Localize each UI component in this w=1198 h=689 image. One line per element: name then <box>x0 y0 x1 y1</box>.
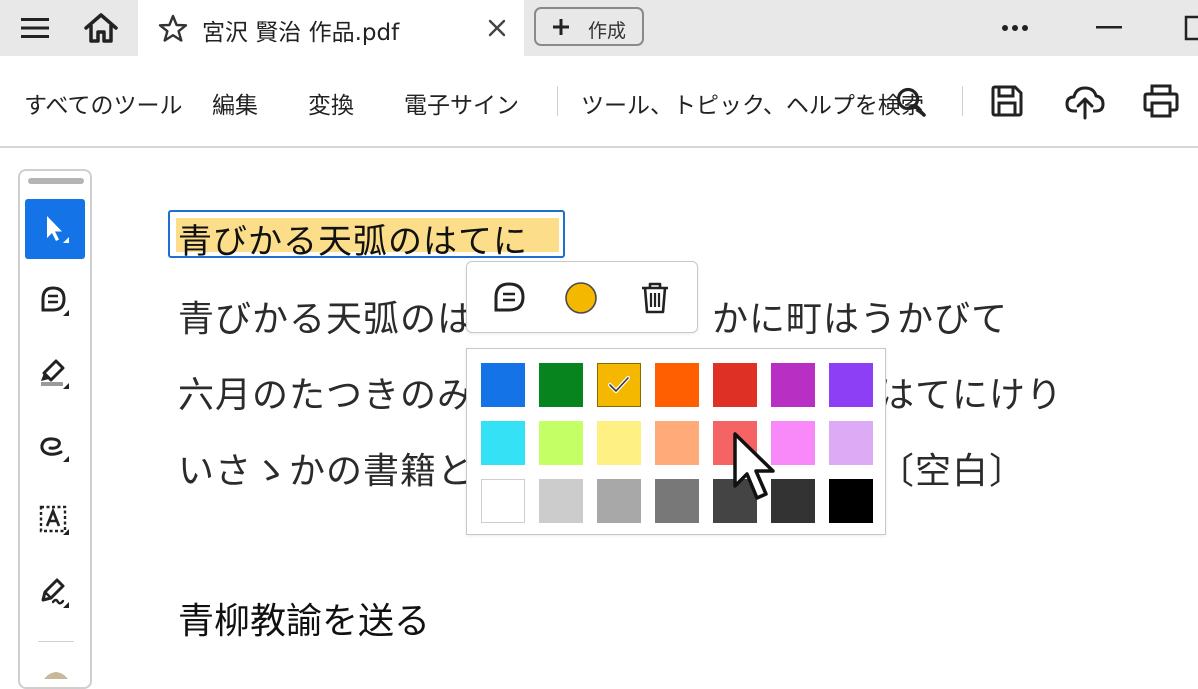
document-subheading: 青柳教諭を送る <box>178 601 431 642</box>
text-box-tool-button[interactable] <box>25 491 85 551</box>
select-tool-button[interactable] <box>25 199 85 259</box>
toolbar-divider <box>962 86 963 116</box>
color-swatch[interactable] <box>713 363 757 407</box>
color-swatch[interactable] <box>829 421 873 465</box>
color-swatch[interactable] <box>771 363 815 407</box>
comment-icon[interactable] <box>491 280 527 316</box>
highlighter-icon <box>41 359 69 389</box>
color-swatch[interactable] <box>829 479 873 523</box>
search-icon[interactable] <box>895 86 927 118</box>
more-options-button[interactable] <box>990 0 1040 56</box>
minimize-icon <box>1096 26 1122 29</box>
color-swatch[interactable] <box>655 479 699 523</box>
draw-tool-button[interactable] <box>25 418 85 478</box>
sign-tool-button[interactable] <box>25 564 85 624</box>
maximize-icon <box>1184 15 1198 41</box>
color-swatch[interactable] <box>481 421 525 465</box>
document-line: いさゝかの書籍と <box>178 451 475 492</box>
color-swatch[interactable] <box>597 421 641 465</box>
hamburger-menu-button[interactable] <box>10 0 60 56</box>
cursor-arrow-icon <box>47 216 69 243</box>
menu-edit[interactable]: 編集 <box>212 86 258 120</box>
avatar-icon[interactable] <box>42 667 70 679</box>
tab-title: 宮沢 賢治 作品.pdf <box>202 20 400 46</box>
text-box-icon <box>39 505 69 535</box>
document-line: 六月のたつきのみ <box>178 375 475 416</box>
trash-icon[interactable] <box>639 280 671 316</box>
document-tab[interactable]: 宮沢 賢治 作品.pdf <box>138 0 524 56</box>
menu-icon <box>21 18 49 38</box>
print-icon[interactable] <box>1143 84 1179 118</box>
comment-tool-button[interactable] <box>25 272 85 332</box>
rail-divider <box>38 641 74 642</box>
close-tab-icon[interactable] <box>488 19 506 37</box>
more-icon <box>1002 25 1028 31</box>
maximize-button[interactable] <box>1178 0 1198 56</box>
pen-sign-icon <box>41 578 69 608</box>
mouse-pointer-icon <box>733 432 775 500</box>
document-line: 青びかる天弧のは <box>178 299 475 340</box>
color-swatch[interactable] <box>539 479 583 523</box>
color-swatch[interactable] <box>597 479 641 523</box>
color-circle-icon[interactable] <box>563 280 599 316</box>
document-heading: 青びかる天弧のはてに <box>178 222 528 262</box>
home-icon <box>84 13 118 43</box>
menu-convert[interactable]: 変換 <box>308 86 354 120</box>
color-swatch[interactable] <box>655 363 699 407</box>
color-swatch[interactable] <box>597 363 641 407</box>
color-palette <box>466 348 886 535</box>
search-box[interactable]: ツール、トピック、ヘルプを検索 <box>581 86 924 120</box>
color-swatch[interactable] <box>539 363 583 407</box>
create-button[interactable]: 作成 <box>534 7 644 46</box>
star-icon[interactable] <box>158 14 188 43</box>
create-button-label: 作成 <box>588 20 627 42</box>
minimize-button[interactable] <box>1084 0 1134 56</box>
color-swatch[interactable] <box>481 479 525 523</box>
menu-all-tools[interactable]: すべてのツール <box>24 86 182 120</box>
save-icon[interactable] <box>990 84 1024 118</box>
document-line: 〔空白〕 <box>878 451 1027 492</box>
color-swatch[interactable] <box>655 421 699 465</box>
color-swatch[interactable] <box>539 421 583 465</box>
document-line: かに町はうかびて <box>712 299 1009 340</box>
menu-e-sign[interactable]: 電子サイン <box>404 86 519 120</box>
home-button[interactable] <box>76 0 126 56</box>
rail-grip-handle[interactable] <box>28 178 84 184</box>
selected-heading-annotation[interactable]: 青びかる天弧のはてに <box>168 210 565 262</box>
tab-bar: 宮沢 賢治 作品.pdf 作成 <box>0 0 1198 56</box>
highlight-tool-button[interactable] <box>25 345 85 405</box>
color-swatch[interactable] <box>481 363 525 407</box>
checkmark-icon <box>608 376 630 393</box>
annotation-quick-actions <box>466 261 698 333</box>
color-swatch[interactable] <box>829 363 873 407</box>
comment-icon <box>41 286 69 316</box>
upload-cloud-icon[interactable] <box>1065 84 1105 120</box>
freehand-draw-icon <box>40 437 69 462</box>
main-toolbar: すべてのツール 編集 変換 電子サイン ツール、トピック、ヘルプを検索 <box>0 56 1198 148</box>
toolbar-divider <box>557 86 558 116</box>
tool-rail <box>18 169 92 689</box>
document-line: はてにけり <box>878 375 1064 416</box>
plus-icon <box>553 19 569 35</box>
